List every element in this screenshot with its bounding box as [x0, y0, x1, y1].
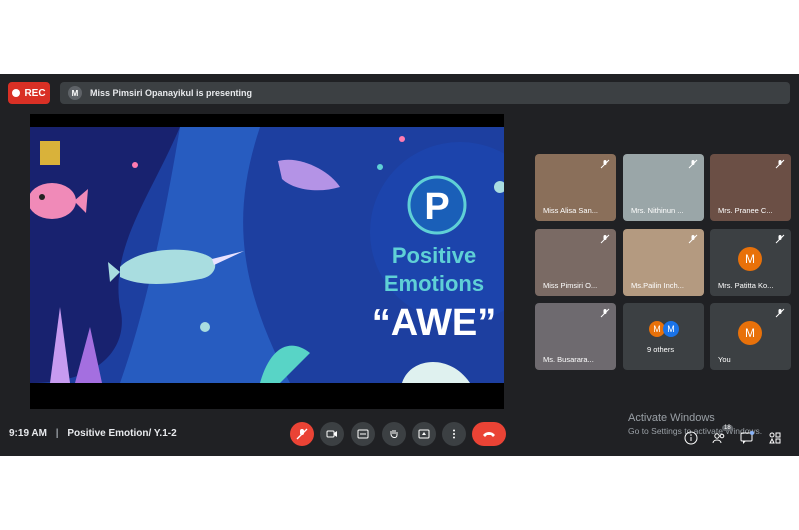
slide-title-line1: Positive: [392, 243, 476, 268]
participant-tile[interactable]: Miss Pimsiri O...: [535, 229, 616, 296]
meet-window: REC M Miss Pimsiri Opanayikul is present…: [0, 74, 799, 456]
bottom-toolbar: 9:19 AM | Positive Emotion/ Y.1-2: [0, 418, 799, 456]
mic-off-icon: [600, 234, 610, 244]
present-icon: [418, 429, 430, 439]
camera-toggle-button[interactable]: [320, 422, 344, 446]
captions-button[interactable]: [351, 422, 375, 446]
people-button[interactable]: 18: [712, 425, 733, 445]
self-avatar: M: [738, 321, 762, 345]
participant-name: Mrs. Nithinun ...: [631, 206, 684, 215]
end-call-button[interactable]: [472, 422, 506, 446]
people-count-badge: 18: [722, 425, 733, 431]
slide-artwork: P Positive Emotions “AWE”: [30, 127, 504, 383]
self-name: You: [718, 355, 731, 364]
more-options-button[interactable]: [442, 422, 466, 446]
mic-off-icon: [688, 159, 698, 169]
others-tile[interactable]: M M 9 others: [623, 303, 704, 370]
participant-tile[interactable]: Ms. Busarara...: [535, 303, 616, 370]
more-icon: [453, 429, 455, 439]
participant-name: Miss Pimsiri O...: [543, 281, 598, 290]
slide-title-line3: “AWE”: [372, 302, 497, 344]
activities-icon[interactable]: [768, 431, 782, 445]
self-tile[interactable]: M You: [710, 303, 791, 370]
people-icon: [712, 433, 725, 444]
camera-icon: [326, 430, 337, 438]
participant-name: Mrs. Patitta Ko...: [718, 281, 774, 290]
shared-slide: P Positive Emotions “AWE”: [30, 114, 504, 409]
participant-tile[interactable]: Mrs. Nithinun ...: [623, 154, 704, 221]
raise-hand-button[interactable]: [382, 422, 406, 446]
end-call-icon: [483, 432, 495, 437]
participant-avatar: M: [738, 247, 762, 271]
meeting-separator: |: [55, 428, 59, 439]
mic-off-icon: [688, 234, 698, 244]
participant-name: Miss Alisa San...: [543, 206, 599, 215]
mic-off-icon: [600, 159, 610, 169]
meeting-title: Positive Emotion/ Y.1-2: [67, 428, 177, 439]
present-button[interactable]: [412, 422, 436, 446]
school-crest-icon: [40, 141, 60, 165]
mic-off-icon: [775, 234, 785, 244]
mic-off-icon: [600, 308, 610, 318]
presenting-text: Miss Pimsiri Opanayikul is presenting: [90, 88, 253, 98]
captions-icon: [357, 429, 369, 439]
meeting-time: 9:19 AM: [9, 428, 47, 439]
participant-name: Ms. Busarara...: [543, 355, 594, 364]
others-avatar: M: [663, 321, 679, 337]
record-dot-icon: [12, 89, 21, 97]
slide-title-line2: Emotions: [384, 271, 484, 296]
participant-tile[interactable]: Mrs. Pranee C...: [710, 154, 791, 221]
mic-off-icon: [775, 308, 785, 318]
mic-off-icon: [775, 159, 785, 169]
meeting-info: 9:19 AM | Positive Emotion/ Y.1-2: [9, 428, 177, 439]
participant-name: Mrs. Pranee C...: [718, 206, 773, 215]
info-icon[interactable]: [684, 431, 698, 445]
mic-off-icon: [296, 428, 308, 440]
others-label: 9 others: [647, 345, 675, 354]
raise-hand-icon: [390, 430, 398, 438]
chat-icon[interactable]: [740, 431, 754, 445]
participant-name: Ms.Pailin Inch...: [631, 281, 684, 290]
participant-tile[interactable]: Ms.Pailin Inch...: [623, 229, 704, 296]
presenting-banner: M Miss Pimsiri Opanayikul is presenting: [60, 82, 790, 104]
mic-toggle-button[interactable]: [290, 422, 314, 446]
participant-tile[interactable]: Miss Alisa San...: [535, 154, 616, 221]
participant-tile[interactable]: M Mrs. Patitta Ko...: [710, 229, 791, 296]
badge-letter: P: [424, 186, 449, 228]
presenter-avatar: M: [68, 86, 82, 100]
recording-badge[interactable]: REC: [8, 82, 50, 104]
recording-label: REC: [24, 87, 46, 99]
